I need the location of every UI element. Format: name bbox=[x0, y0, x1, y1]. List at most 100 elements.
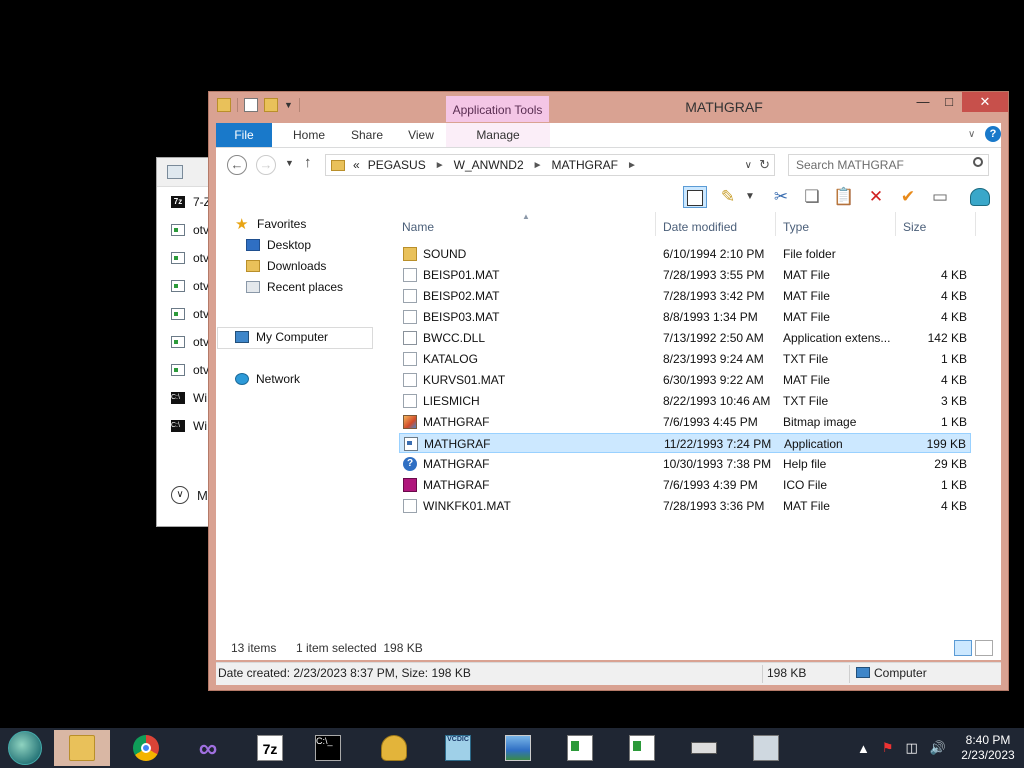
recent-locations-dropdown[interactable]: ▼ bbox=[285, 158, 294, 168]
shell-icon[interactable] bbox=[968, 186, 992, 208]
title-bar[interactable]: ▼ Application Tools MATHGRAF — □ ✕ bbox=[209, 92, 1008, 122]
open-icon[interactable]: ▭ bbox=[928, 186, 952, 208]
file-row[interactable]: MATHGRAF 7/6/1993 4:39 PM ICO File 1 KB bbox=[399, 475, 971, 495]
rename-icon[interactable]: ✔ bbox=[896, 186, 920, 208]
nav-network[interactable]: Network bbox=[235, 372, 300, 386]
taskbar-shell[interactable] bbox=[366, 730, 422, 766]
start-button[interactable] bbox=[8, 731, 42, 765]
folder-icon bbox=[69, 735, 95, 761]
new-folder-icon[interactable] bbox=[264, 98, 278, 112]
nav-desktop[interactable]: Desktop bbox=[246, 238, 311, 252]
paste-icon[interactable]: 📋 bbox=[832, 186, 856, 208]
file-row[interactable]: MATHGRAF 7/6/1993 4:45 PM Bitmap image 1 KB bbox=[399, 412, 971, 432]
tab-file[interactable]: File bbox=[216, 123, 272, 147]
navigation-bar: ← → ▼ ↑ « PEGASUS ► W_ANWND2 ► MATHGRAF … bbox=[216, 148, 1001, 182]
refresh-icon[interactable]: ↻ bbox=[759, 157, 770, 173]
file-name: KURVS01.MAT bbox=[423, 373, 506, 387]
taskbar-photos[interactable] bbox=[490, 730, 546, 766]
help-icon[interactable]: ? bbox=[985, 126, 1001, 142]
command-prompt-icon: C:\_ bbox=[315, 735, 341, 761]
taskbar-monitor[interactable] bbox=[738, 730, 794, 766]
file-row[interactable]: LIESMICH 8/22/1993 10:46 AM TXT File 3 KB bbox=[399, 391, 971, 411]
file-file-icon bbox=[403, 499, 417, 513]
taskbar-document[interactable] bbox=[552, 730, 608, 766]
taskbar-drive[interactable] bbox=[676, 730, 732, 766]
file-size: 4 KB bbox=[940, 499, 967, 513]
taskbar-file-explorer[interactable] bbox=[54, 730, 110, 766]
nav-my-computer[interactable]: My Computer bbox=[235, 330, 328, 344]
file-row[interactable]: SOUND 6/10/1994 2:10 PM File folder bbox=[399, 244, 971, 264]
file-size: 198 KB bbox=[767, 666, 807, 680]
file-row[interactable]: KATALOG 8/23/1993 9:24 AM TXT File 1 KB bbox=[399, 349, 971, 369]
taskbar-visual-studio[interactable]: ∞ bbox=[180, 730, 236, 766]
taskbar-vcdic[interactable]: VCDIC bbox=[430, 730, 486, 766]
taskbar-7zip[interactable]: 7z bbox=[242, 730, 298, 766]
column-header-date[interactable]: Date modified bbox=[663, 220, 737, 234]
more-button[interactable]: ∨ M bbox=[171, 486, 208, 504]
chevron-right-icon[interactable]: ► bbox=[533, 160, 543, 171]
search-input[interactable]: Search MATHGRAF bbox=[788, 154, 989, 176]
background-window-titlebar[interactable] bbox=[157, 158, 215, 187]
customize-dropdown-icon[interactable]: ▼ bbox=[284, 100, 293, 110]
explorer-window[interactable]: ▼ Application Tools MATHGRAF — □ ✕ File … bbox=[208, 91, 1009, 691]
properties-dropdown-icon[interactable]: ▼ bbox=[738, 186, 762, 208]
breadcrumb-overflow[interactable]: « bbox=[353, 158, 360, 172]
help-file-icon: ? bbox=[403, 457, 417, 471]
address-dropdown-icon[interactable]: ∨ bbox=[745, 160, 752, 171]
action-center-icon[interactable]: ⚑ bbox=[882, 740, 894, 756]
file-row[interactable]: WINKFK01.MAT 7/28/1993 3:36 PM MAT File 4 K… bbox=[399, 496, 971, 516]
file-row[interactable]: BEISP01.MAT 7/28/1993 3:55 PM MAT File 4 KB bbox=[399, 265, 971, 285]
tab-view[interactable]: View bbox=[394, 123, 448, 147]
properties-icon[interactable]: ✎ bbox=[716, 186, 740, 208]
file-row[interactable]: MATHGRAF 11/22/1993 7:24 PM Application 199… bbox=[399, 433, 971, 453]
file-row[interactable]: ? MATHGRAF 10/30/1993 7:38 PM Help file 29 K… bbox=[399, 454, 971, 474]
clock[interactable]: 8:40 PM 2/23/2023 bbox=[952, 733, 1024, 763]
taskbar-chrome[interactable] bbox=[118, 730, 174, 766]
breadcrumb-pegasus[interactable]: PEGASUS bbox=[368, 158, 426, 172]
column-header-name[interactable]: Name bbox=[402, 220, 434, 234]
details-view-button[interactable] bbox=[954, 640, 972, 656]
nav-recent-places[interactable]: Recent places bbox=[246, 280, 343, 294]
preview-pane-icon[interactable] bbox=[683, 186, 707, 208]
nav-downloads[interactable]: Downloads bbox=[246, 259, 326, 273]
7z-icon: 7z bbox=[171, 196, 185, 208]
file-row[interactable]: KURVS01.MAT 6/30/1993 9:22 AM MAT File 4 KB bbox=[399, 370, 971, 390]
chevron-right-icon[interactable]: ► bbox=[627, 160, 637, 171]
maximize-button[interactable]: □ bbox=[936, 92, 962, 112]
search-icon[interactable] bbox=[973, 157, 983, 167]
content-area: ★ Favorites Desktop Downloads Recent plac… bbox=[216, 212, 1001, 638]
address-bar[interactable]: « PEGASUS ► W_ANWND2 ► MATHGRAF ► ∨ ↻ bbox=[325, 154, 775, 176]
close-button[interactable]: ✕ bbox=[962, 92, 1008, 112]
app-icon bbox=[171, 252, 185, 264]
file-row[interactable]: BWCC.DLL 7/13/1992 2:50 AM Application ext… bbox=[399, 328, 971, 348]
clock-date: 2/23/2023 bbox=[961, 748, 1015, 762]
show-hidden-icons[interactable]: ▲ bbox=[857, 741, 870, 756]
taskbar-document[interactable] bbox=[614, 730, 670, 766]
tab-manage[interactable]: Manage bbox=[446, 123, 550, 147]
chevron-right-icon[interactable]: ► bbox=[435, 160, 445, 171]
properties-icon[interactable] bbox=[244, 98, 258, 112]
taskbar-command-prompt[interactable]: C:\_ bbox=[300, 730, 356, 766]
copy-icon[interactable]: ❏ bbox=[800, 186, 824, 208]
cut-icon[interactable]: ✂ bbox=[769, 186, 793, 208]
column-header-size[interactable]: Size bbox=[903, 220, 926, 234]
background-window[interactable]: 7z 7-Z otv otv otv otv otv otv C:\ Wi C:\ Wi ∨ M bbox=[156, 157, 216, 527]
file-row[interactable]: BEISP03.MAT 8/8/1993 1:34 PM MAT File 4 KB bbox=[399, 307, 971, 327]
forward-button[interactable]: → bbox=[256, 155, 276, 175]
back-button[interactable]: ← bbox=[227, 155, 247, 175]
column-header-type[interactable]: Type bbox=[783, 220, 809, 234]
large-icons-view-button[interactable] bbox=[975, 640, 993, 656]
nav-favorites[interactable]: ★ Favorites bbox=[235, 215, 306, 233]
network-status-icon[interactable]: ◫ bbox=[906, 740, 918, 756]
delete-icon[interactable]: ✕ bbox=[864, 186, 888, 208]
tab-share[interactable]: Share bbox=[340, 123, 394, 147]
file-row[interactable]: BEISP02.MAT 7/28/1993 3:42 PM MAT File 4 KB bbox=[399, 286, 971, 306]
expand-ribbon-icon[interactable]: ∨ bbox=[968, 126, 975, 144]
volume-icon[interactable]: 🔊 bbox=[930, 740, 946, 756]
breadcrumb-w-anwnd2[interactable]: W_ANWND2 bbox=[454, 158, 524, 172]
minimize-button[interactable]: — bbox=[910, 92, 936, 112]
tab-home[interactable]: Home bbox=[278, 123, 340, 147]
up-button[interactable]: ↑ bbox=[304, 154, 312, 171]
breadcrumb-mathgraf[interactable]: MATHGRAF bbox=[552, 158, 618, 172]
folder-icon bbox=[331, 159, 345, 171]
